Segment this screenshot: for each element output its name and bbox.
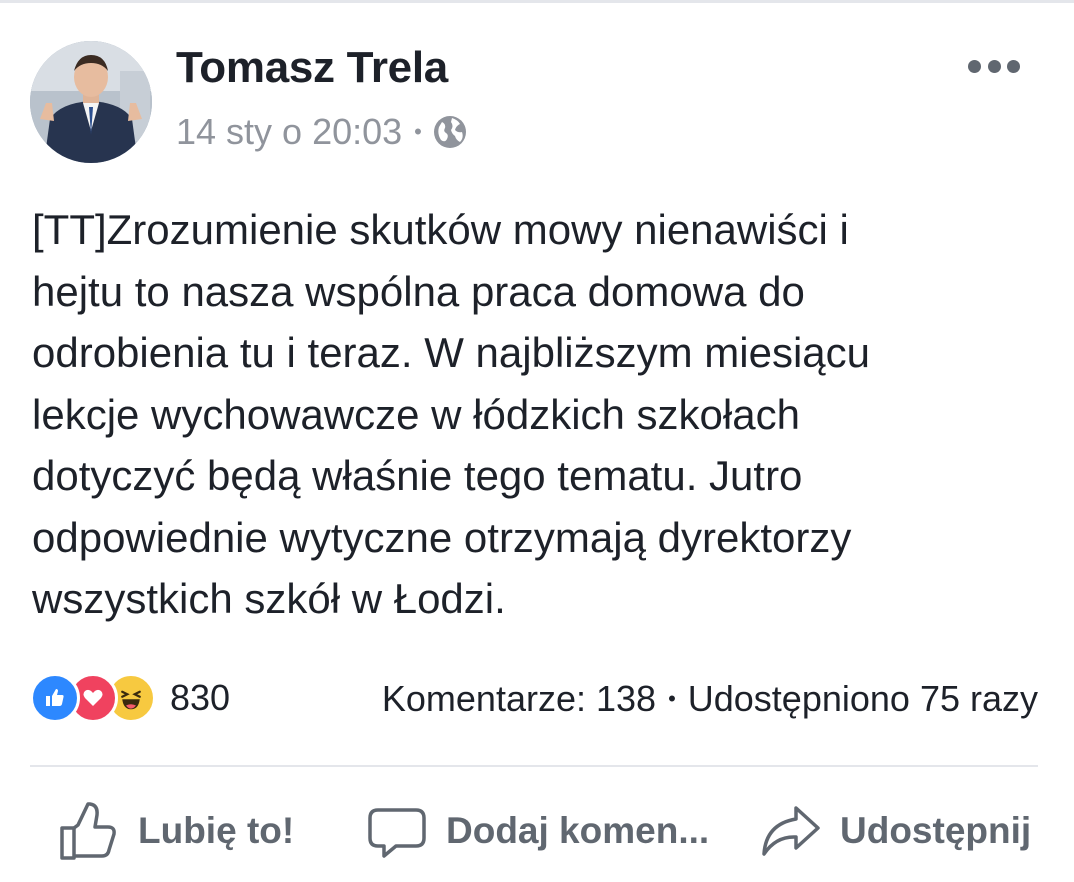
post-timestamp[interactable]: 14 sty o 20:03 [176,111,402,153]
thumbs-up-icon [60,802,116,860]
shares-count-link[interactable]: Udostępniono 75 razy [688,678,1038,720]
post-meta: 14 sty o 20:03 • [176,111,468,153]
facebook-post: Tomasz Trela 14 sty o 20:03 • [TT]Zrozum… [0,0,1074,882]
post-stats: Komentarze: 138 • Udostępniono 75 razy [382,678,1038,720]
post-text: [TT]Zrozumienie skutków mowy nienawiści … [32,206,870,622]
more-options-button[interactable] [968,55,1020,77]
like-button-label: Lubię to! [138,810,295,851]
stats-separator: • [668,686,676,711]
like-icon [30,673,80,723]
globe-icon [432,114,468,150]
more-dot-icon [1007,59,1020,73]
comments-count-link[interactable]: Komentarze: 138 [382,678,656,720]
avatar[interactable] [30,41,152,163]
comment-button[interactable]: Dodaj komen... [366,793,709,869]
more-dot-icon [987,59,1001,73]
action-bar: Lubię to! Dodaj komen... Udostępnij [0,793,1074,869]
meta-separator: • [414,119,422,144]
comment-button-label: Dodaj komen... [446,810,710,851]
like-button[interactable]: Lubię to! [58,793,294,869]
author-name[interactable]: Tomasz Trela [176,43,448,93]
more-dot-icon [968,59,981,73]
share-arrow-icon [762,806,820,856]
comment-icon [368,808,426,858]
reaction-count: 830 [170,677,231,718]
share-button[interactable]: Udostępnij [760,793,1031,869]
share-button-label: Udostępnij [840,810,1032,851]
divider [30,765,1038,767]
reactions-summary[interactable]: 830 [30,673,230,723]
